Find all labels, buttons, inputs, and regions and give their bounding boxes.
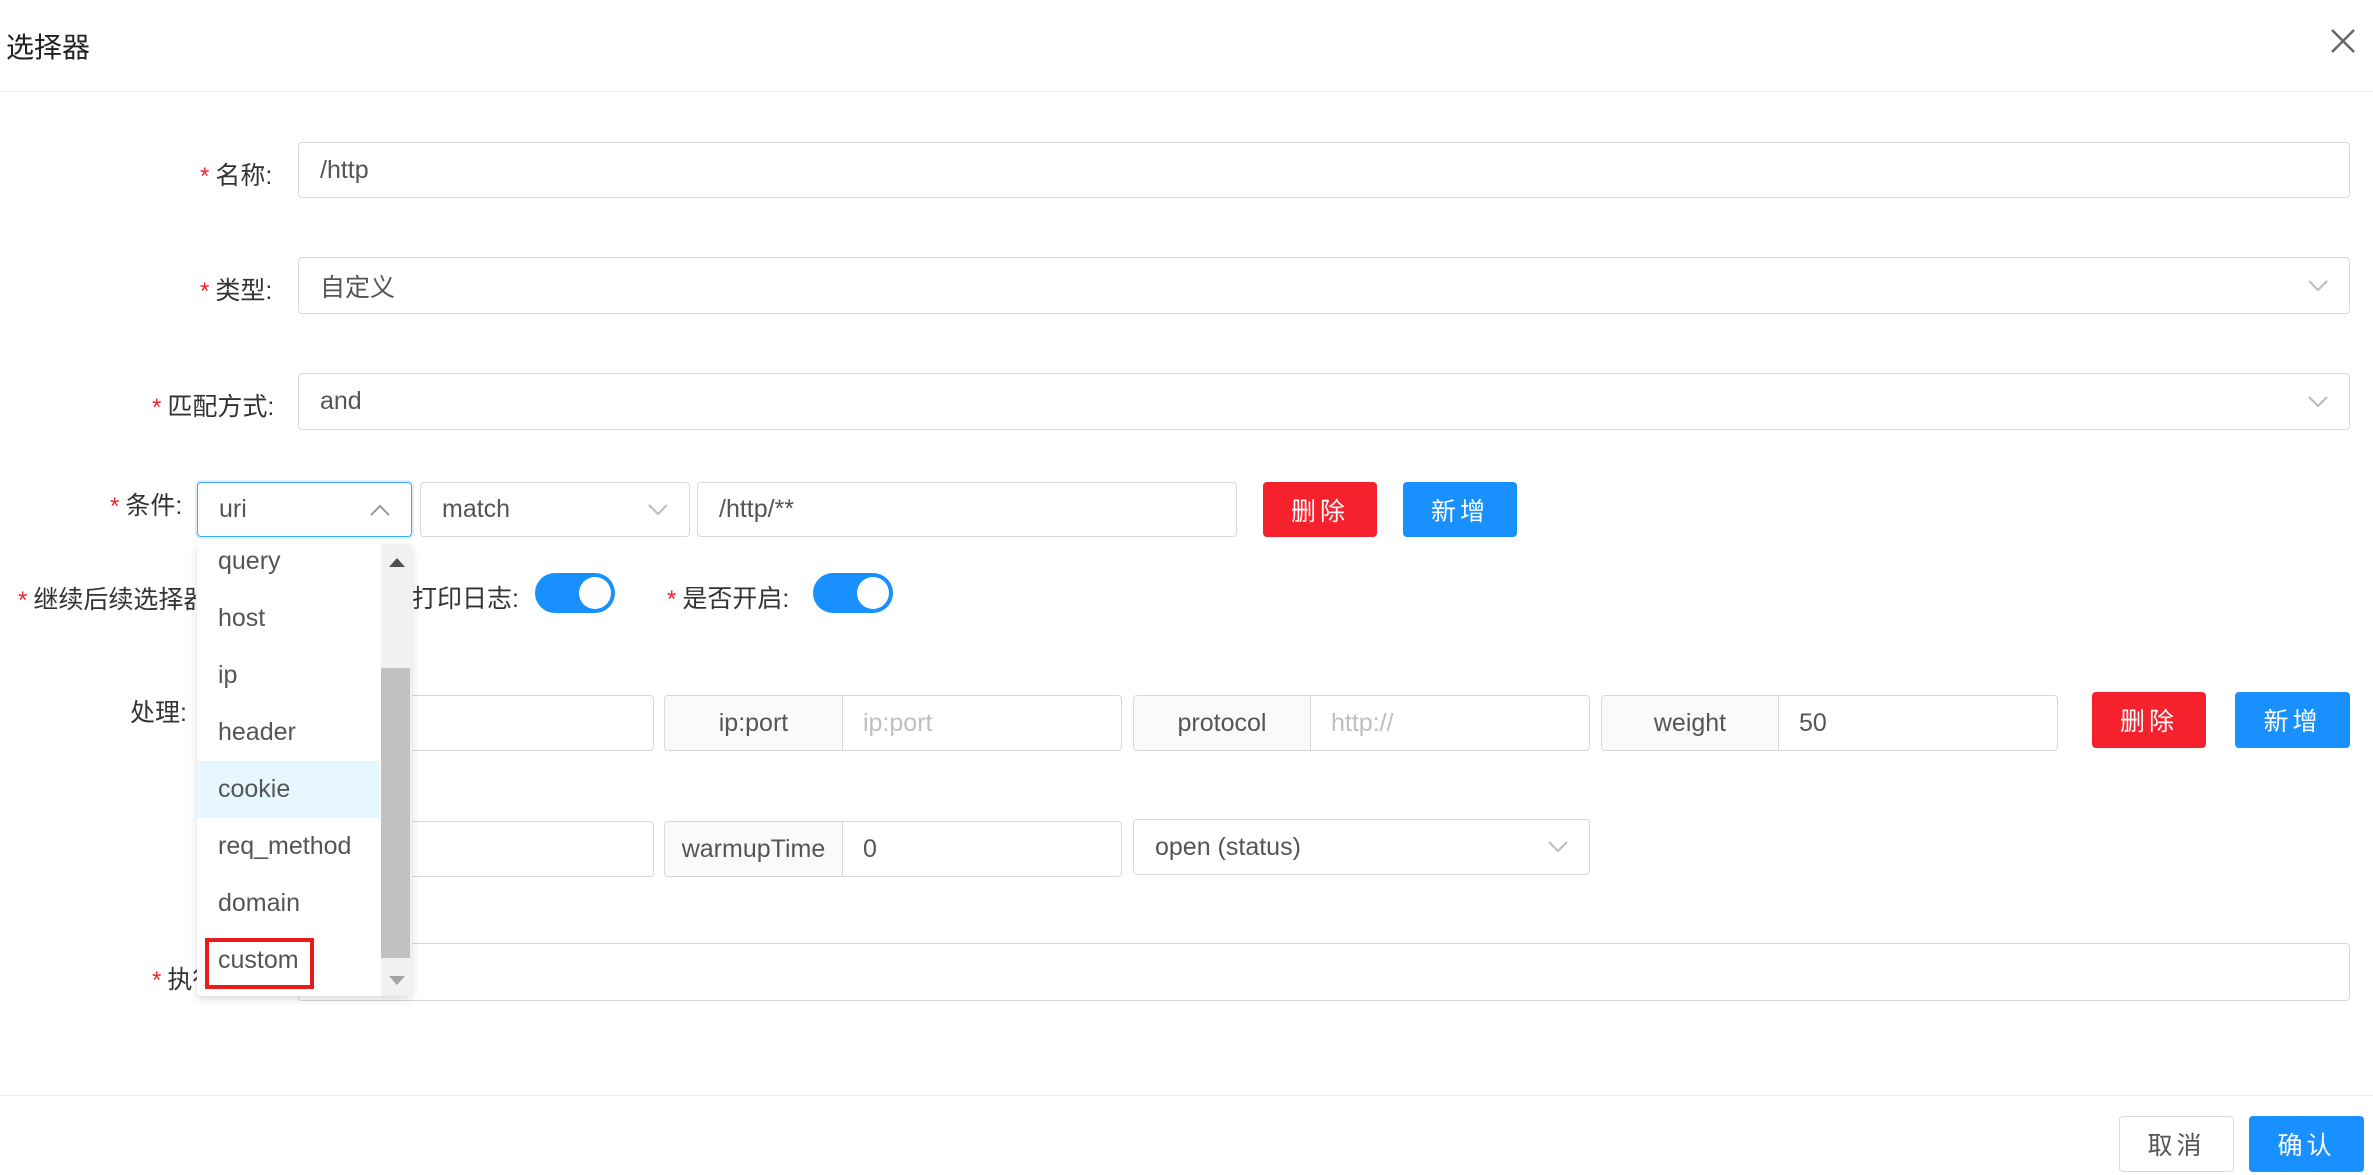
protocol-input-group[interactable]: protocol http:// bbox=[1133, 695, 1590, 751]
condition-param-value: uri bbox=[219, 495, 247, 523]
continue-label: * 继续后续选择器 bbox=[18, 586, 196, 614]
name-label: * 名称: bbox=[200, 162, 273, 190]
type-select-value: 自定义 bbox=[320, 273, 396, 302]
dropdown-option-domain[interactable]: domain bbox=[197, 875, 379, 932]
footer-divider bbox=[0, 1095, 2373, 1096]
condition-value-input[interactable]: /http/** bbox=[697, 482, 1237, 537]
match-mode-select[interactable]: and bbox=[298, 373, 2350, 430]
condition-param-dropdown: query host ip header cookie req_method d… bbox=[197, 544, 412, 996]
print-log-label: 打印日志: bbox=[412, 585, 519, 613]
confirm-button[interactable]: 确认 bbox=[2249, 1116, 2364, 1172]
ip-port-addon: ip:port bbox=[665, 696, 843, 750]
dropdown-option-cookie[interactable]: cookie bbox=[197, 761, 379, 818]
dropdown-scrollbar-thumb[interactable] bbox=[381, 668, 410, 958]
match-mode-select-value: and bbox=[320, 387, 362, 415]
warmup-input-group[interactable]: warmupTime 0 bbox=[664, 821, 1122, 877]
protocol-input[interactable]: http:// bbox=[1311, 696, 1414, 750]
condition-label: * 条件: bbox=[110, 492, 183, 520]
condition-add-button[interactable]: 新增 bbox=[1403, 482, 1517, 537]
condition-operator-select[interactable]: match bbox=[420, 482, 690, 537]
condition-param-select[interactable]: uri bbox=[197, 482, 412, 537]
protocol-addon: protocol bbox=[1134, 696, 1311, 750]
weight-input[interactable]: 50 bbox=[1779, 696, 1847, 750]
dropdown-option-host[interactable]: host bbox=[197, 590, 379, 647]
chevron-down-icon bbox=[648, 503, 668, 515]
condition-delete-button[interactable]: 删除 bbox=[1263, 482, 1377, 537]
dropdown-option-query[interactable]: query bbox=[197, 544, 379, 590]
weight-addon: weight bbox=[1602, 696, 1779, 750]
warmup-addon: warmupTime bbox=[665, 822, 843, 876]
enabled-label: * 是否开启: bbox=[667, 585, 790, 613]
dropdown-option-req-method[interactable]: req_method bbox=[197, 818, 379, 875]
handle-add-button[interactable]: 新增 bbox=[2235, 692, 2350, 748]
chevron-down-icon bbox=[2308, 395, 2328, 407]
status-select[interactable]: open (status) bbox=[1133, 819, 1590, 875]
order-label: *执行顺序: bbox=[152, 966, 198, 994]
switch-knob bbox=[579, 577, 611, 609]
type-select[interactable]: 自定义 bbox=[298, 257, 2350, 314]
cancel-button[interactable]: 取消 bbox=[2119, 1116, 2234, 1172]
status-select-value: open (status) bbox=[1155, 832, 1301, 861]
switch-knob bbox=[857, 577, 889, 609]
handle-delete-button[interactable]: 删除 bbox=[2092, 692, 2206, 748]
chevron-down-icon bbox=[1548, 841, 1568, 853]
header-divider bbox=[0, 91, 2373, 92]
custom-option-highlight-box bbox=[205, 938, 314, 989]
dropdown-option-header[interactable]: header bbox=[197, 704, 379, 761]
print-log-switch[interactable] bbox=[535, 573, 615, 613]
order-input[interactable] bbox=[298, 943, 2350, 1001]
ip-port-input[interactable]: ip:port bbox=[843, 696, 952, 750]
weight-input-group[interactable]: weight 50 bbox=[1601, 695, 2058, 751]
handle-label: 处理: bbox=[130, 699, 187, 727]
chevron-down-icon bbox=[2308, 279, 2328, 291]
close-icon[interactable] bbox=[2330, 28, 2356, 54]
chevron-up-icon bbox=[370, 504, 390, 516]
ip-port-input-group[interactable]: ip:port ip:port bbox=[664, 695, 1122, 751]
match-mode-label: * 匹配方式: bbox=[152, 393, 275, 421]
dropdown-option-ip[interactable]: ip bbox=[197, 647, 379, 704]
scroll-up-arrow-icon[interactable] bbox=[389, 558, 405, 567]
name-input[interactable]: /http bbox=[298, 142, 2350, 198]
scroll-down-arrow-icon[interactable] bbox=[389, 976, 405, 985]
modal-title: 选择器 bbox=[6, 32, 91, 63]
enabled-switch[interactable] bbox=[813, 573, 893, 613]
condition-operator-value: match bbox=[442, 495, 511, 523]
type-label: * 类型: bbox=[200, 277, 273, 305]
warmup-input[interactable]: 0 bbox=[843, 822, 897, 876]
